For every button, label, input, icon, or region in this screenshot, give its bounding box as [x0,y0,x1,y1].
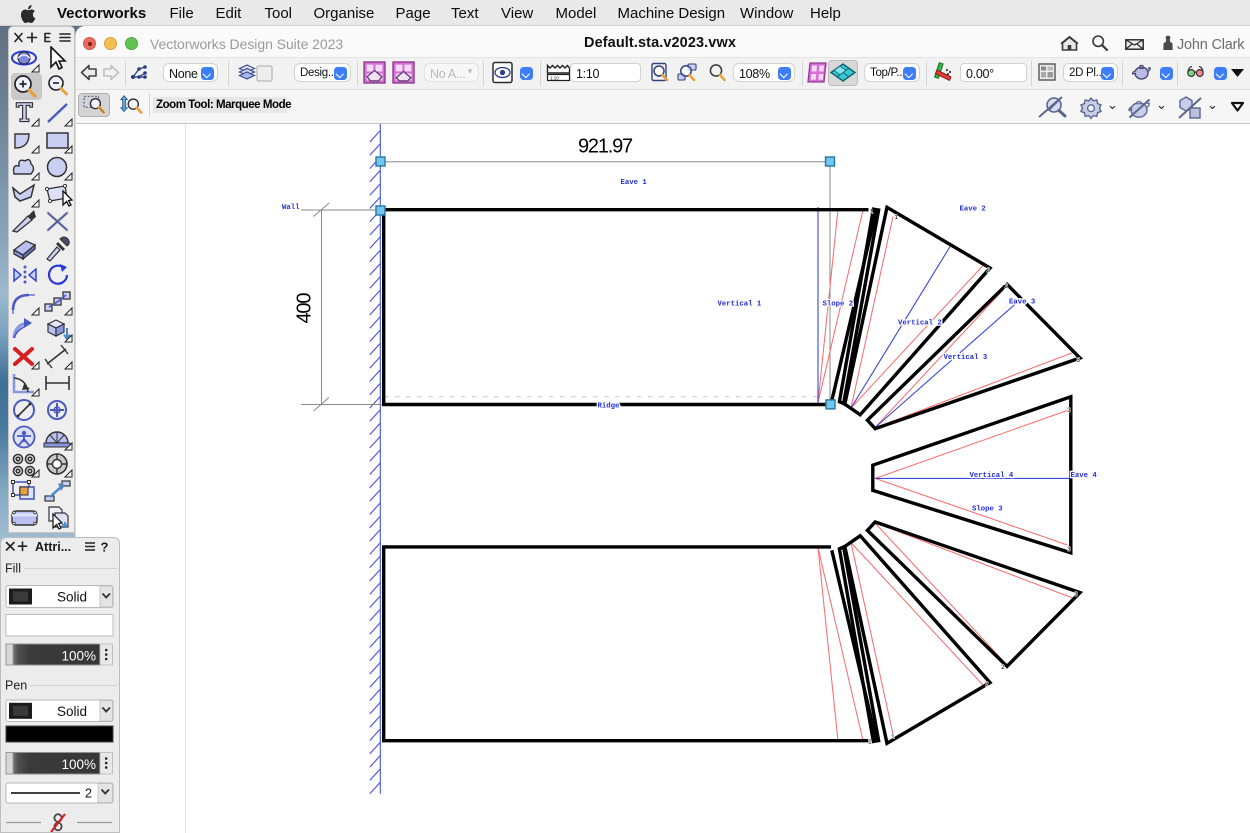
svg-text:1:10: 1:10 [550,76,559,81]
svg-text:2: 2 [987,267,991,274]
svg-text:?: ? [101,540,109,555]
svg-text:400: 400 [294,293,316,324]
svg-text:3: 3 [1077,357,1081,364]
svg-text:Slope 3: Slope 3 [972,506,1003,514]
svg-text:1: 1 [870,209,874,216]
svg-text:2: 2 [985,681,989,688]
svg-text:921.97: 921.97 [578,136,633,158]
svg-text:2: 2 [85,787,92,801]
svg-text:3: 3 [1067,546,1071,553]
svg-text:2: 2 [1005,283,1009,290]
svg-text:3: 3 [1074,591,1078,598]
svg-text:Pen: Pen [5,679,27,693]
svg-text:Eave 3: Eave 3 [1009,299,1036,307]
svg-text:2: 2 [1001,664,1005,671]
svg-text:1: 1 [891,734,895,741]
svg-text:1: 1 [895,214,899,221]
svg-text:Vertical 3: Vertical 3 [944,354,988,362]
svg-text:Attri...: Attri... [35,540,71,554]
svg-text:Vertical 2: Vertical 2 [898,320,942,328]
svg-text:1: 1 [868,739,872,746]
svg-text:100%: 100% [61,649,96,664]
svg-text:Wall: Wall [282,204,300,212]
svg-text:Vertical 1: Vertical 1 [718,301,762,309]
svg-text:Vertical 4: Vertical 4 [970,472,1014,480]
svg-text:Solid: Solid [57,704,87,719]
svg-text:Eave 1: Eave 1 [621,179,648,187]
svg-text:Eave 2: Eave 2 [960,206,986,214]
svg-text:Slope 2: Slope 2 [823,301,854,309]
svg-text:100%: 100% [61,757,96,772]
svg-text:Solid: Solid [57,590,87,605]
svg-text:Eave 4: Eave 4 [1071,472,1098,480]
svg-text:3: 3 [1067,407,1071,414]
svg-text:Ridge: Ridge [598,403,621,411]
svg-text:Fill: Fill [5,562,21,576]
